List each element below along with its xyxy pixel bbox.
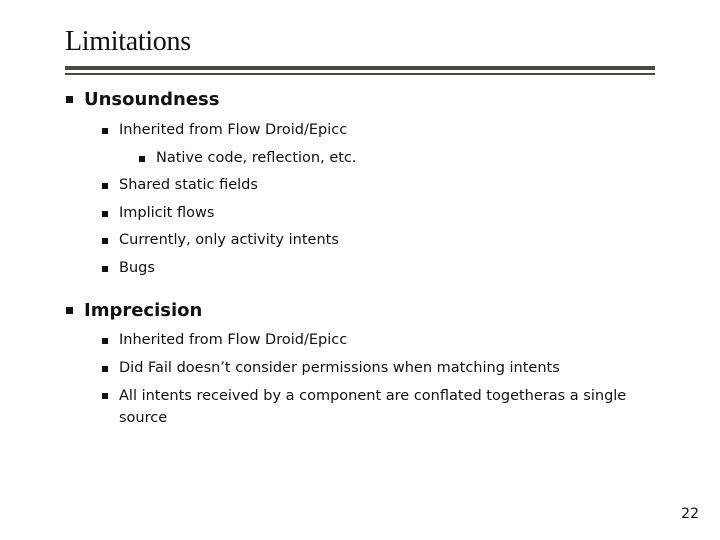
square-bullet-icon (102, 338, 108, 344)
list-item: Shared static fields (102, 177, 258, 193)
square-bullet-icon (139, 156, 145, 162)
section-heading-text: Unsoundness (84, 89, 220, 110)
list-item: Currently, only activity intents (102, 232, 339, 248)
list-item-text: Inherited from Flow Droid/Epicc (119, 332, 348, 348)
list-item-text: Implicit flows (119, 205, 215, 221)
square-bullet-icon (102, 238, 108, 244)
list-item-text: All intents received by a component are … (119, 388, 627, 426)
list-item-text: Currently, only activity intents (119, 232, 339, 248)
square-bullet-icon (102, 128, 108, 134)
list-item: Inherited from Flow Droid/Epicc (102, 332, 348, 348)
section-heading-text: Imprecision (84, 300, 203, 321)
list-item: All intents received by a component are … (102, 385, 639, 429)
square-bullet-icon (102, 183, 108, 189)
section-heading-unsoundness: Unsoundness (66, 89, 220, 110)
list-item-text: Inherited from Flow Droid/Epicc (119, 122, 348, 138)
list-item: Did Fail doesn’t consider permissions wh… (102, 360, 560, 376)
square-bullet-icon (66, 307, 73, 314)
square-bullet-icon (66, 96, 73, 103)
square-bullet-icon (102, 211, 108, 217)
square-bullet-icon (102, 266, 108, 272)
title-rule-thin (65, 73, 655, 75)
list-item-text: Did Fail doesn’t consider permissions wh… (119, 360, 560, 376)
list-item-text: Bugs (119, 260, 155, 276)
sub-list-item: Native code, reflection, etc. (139, 150, 357, 166)
square-bullet-icon (102, 366, 108, 372)
section-heading-imprecision: Imprecision (66, 300, 203, 321)
slide-title: Limitations (65, 26, 191, 57)
page-number: 22 (681, 506, 699, 522)
title-rule-thick (65, 66, 655, 70)
sub-list-item-text: Native code, reflection, etc. (156, 150, 357, 166)
list-item: Inherited from Flow Droid/Epicc (102, 122, 348, 138)
square-bullet-icon (102, 393, 108, 399)
list-item: Bugs (102, 260, 155, 276)
list-item-text: Shared static fields (119, 177, 258, 193)
list-item: Implicit flows (102, 205, 215, 221)
